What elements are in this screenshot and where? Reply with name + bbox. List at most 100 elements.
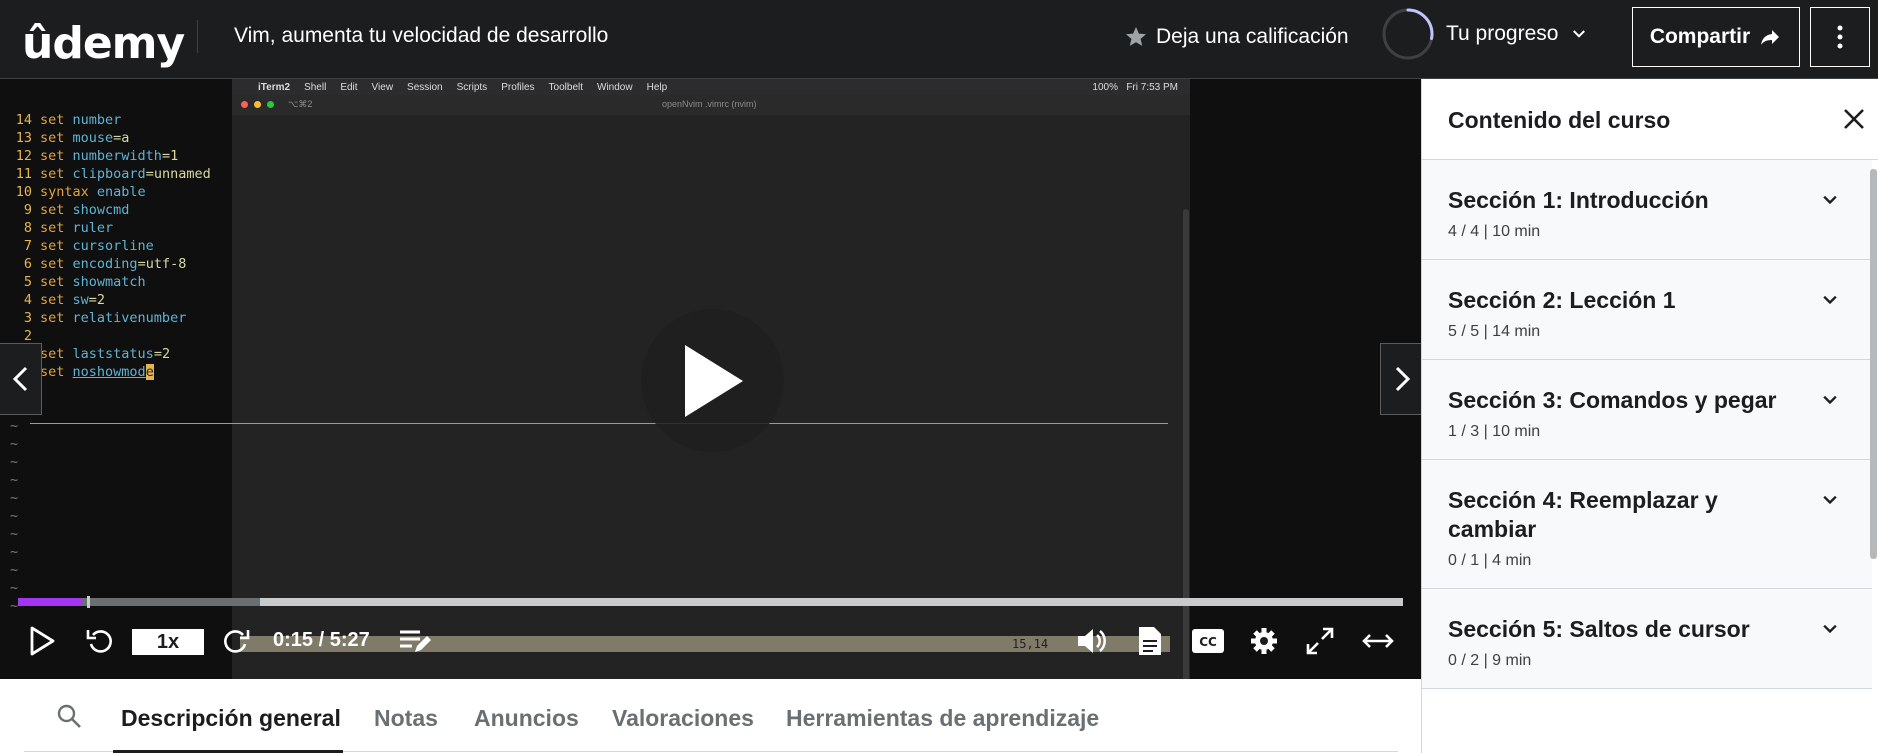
battery-text: 100% [1092, 81, 1118, 93]
section-toggle[interactable] [1820, 490, 1840, 515]
rewind-button[interactable] [80, 616, 120, 666]
chevron-down-icon [1573, 30, 1586, 38]
seek-bar[interactable] [18, 596, 1403, 608]
sidebar-scrollbar[interactable] [1870, 169, 1877, 559]
code-keyword: set [40, 238, 65, 254]
more-options-button[interactable] [1810, 7, 1870, 67]
playback-speed-button[interactable]: 1x [132, 629, 204, 655]
code-keyword: set [40, 274, 65, 290]
rewind-icon [86, 630, 112, 653]
seek-handle[interactable] [86, 596, 90, 608]
tab-notes[interactable]: Notas [374, 705, 438, 732]
code-option: numberwidth [72, 148, 162, 164]
big-play-button[interactable] [641, 309, 784, 452]
section-toggle[interactable] [1820, 190, 1840, 215]
section-item[interactable]: Sección 4: Reemplazar y cambiar 0 / 1 | 4… [1422, 460, 1872, 589]
section-meta: 1 / 3 | 10 min [1448, 423, 1541, 440]
add-note-button[interactable] [392, 616, 436, 666]
code-option: showmatch [72, 274, 146, 290]
code-value: =2 [88, 292, 106, 308]
section-toggle[interactable] [1820, 290, 1840, 315]
section-meta: 0 / 1 | 4 min [1448, 552, 1532, 569]
menubar-status: 100% Fri 7:53 PM [1092, 82, 1190, 93]
code-keyword: set [40, 346, 65, 362]
terminal-titlebar: ⌥⌘2 openNvim .vimrc (nvim) [232, 95, 1190, 115]
code-value: =unnamed [145, 166, 211, 182]
section-item[interactable]: Sección 2: Lección 1 5 / 5 | 14 min [1422, 260, 1872, 360]
code-keyword: set [40, 130, 65, 146]
section-toggle[interactable] [1820, 619, 1840, 644]
volume-button[interactable] [1070, 616, 1114, 666]
section-meta: 4 / 4 | 10 min [1448, 223, 1541, 240]
section-list: Sección 1: Introducción 4 / 4 | 10 min Sec… [1422, 160, 1872, 689]
transcript-button[interactable] [1128, 616, 1172, 666]
code-keyword: syntax [40, 184, 89, 200]
section-item[interactable]: Sección 1: Introducción 4 / 4 | 10 min [1422, 160, 1872, 260]
course-content-sidebar: Contenido del curso Sección 1: Introducc… [1421, 79, 1878, 753]
sidebar-title: Contenido del curso [1448, 107, 1671, 133]
udemy-logo[interactable]: ûdemy [22, 10, 185, 69]
code-line: 12 set numberwidth=1 [10, 147, 211, 165]
section-title: Sección 1: Introducción [1448, 187, 1709, 213]
empty-line-marker: ~ [10, 526, 19, 542]
empty-line-marker: ~ [10, 562, 19, 578]
fullscreen-button[interactable] [1298, 616, 1342, 666]
code-keyword: set [40, 148, 65, 164]
line-number: 12 [15, 148, 32, 164]
video-player[interactable]: iTerm2 Shell Edit View Session Scripts Profile… [0, 79, 1421, 679]
sidebar-header: Contenido del curso [1422, 79, 1878, 160]
vim-cursorline [30, 423, 1168, 424]
settings-button[interactable] [1242, 616, 1286, 666]
next-lecture-button[interactable] [1380, 343, 1421, 415]
code-line: 5 set showmatch [10, 273, 211, 291]
course-title-link[interactable]: Vim, aumenta tu velocidad de desarrollo [234, 24, 608, 48]
line-number: 9 [23, 202, 32, 218]
code-line: 11 set clipboard=unnamed [10, 165, 211, 183]
line-number: 8 [23, 220, 32, 236]
code-keyword: set [40, 292, 65, 308]
previous-lecture-button[interactable] [0, 343, 42, 415]
section-title: Sección 3: Comandos y pegar [1448, 387, 1777, 413]
empty-line-marker: ~ [10, 418, 19, 434]
search-icon [57, 704, 81, 728]
share-button[interactable]: Compartir [1632, 7, 1800, 67]
line-number: 10 [15, 184, 32, 200]
tab-announcements[interactable]: Anuncios [474, 705, 579, 732]
progress-dropdown[interactable]: Tu progreso [1382, 6, 1588, 62]
expand-button[interactable] [1356, 616, 1400, 666]
fullscreen-icon [1306, 627, 1334, 655]
menubar-item: Shell [304, 81, 327, 93]
line-number: 14 [15, 112, 32, 128]
code-option: clipboard [72, 166, 146, 182]
chevron-left-icon [12, 366, 27, 392]
code-line: 3 set relativenumber [10, 309, 211, 327]
section-toggle[interactable] [1820, 390, 1840, 415]
play-button[interactable] [22, 616, 62, 666]
tab-learning-tools[interactable]: Herramientas de aprendizaje [786, 705, 1099, 732]
code-line: 7 set cursorline [10, 237, 211, 255]
code-option: relativenumber [72, 310, 187, 326]
header-divider [197, 20, 198, 53]
section-item[interactable]: Sección 3: Comandos y pegar 1 / 3 | 10 mi… [1422, 360, 1872, 460]
captions-button[interactable]: CC [1184, 616, 1232, 666]
line-number: 3 [23, 310, 32, 326]
code-value: =1 [161, 148, 179, 164]
tab-overview[interactable]: Descripción general [121, 705, 341, 732]
settings-icon [1251, 628, 1277, 654]
code-option: encoding [72, 256, 138, 272]
code-option: ruler [72, 220, 114, 236]
rate-course-button[interactable]: Deja una calificación [1124, 22, 1349, 52]
code-option: mouse [72, 130, 114, 146]
code-line: 8 set ruler [10, 219, 211, 237]
empty-line-marker: ~ [10, 580, 19, 596]
close-sidebar-button[interactable] [1842, 107, 1866, 136]
cc-icon: CC [1192, 629, 1224, 653]
code-option: noshowmod [72, 364, 146, 380]
forward-button[interactable] [216, 616, 256, 666]
menubar-item: Edit [340, 81, 358, 93]
tab-reviews[interactable]: Valoraciones [612, 705, 754, 732]
section-item[interactable]: Sección 5: Saltos de cursor 0 / 2 | 9 min [1422, 589, 1872, 689]
search-button[interactable] [56, 703, 82, 734]
code-option: cursorline [72, 238, 154, 254]
empty-line-marker: ~ [10, 454, 19, 470]
